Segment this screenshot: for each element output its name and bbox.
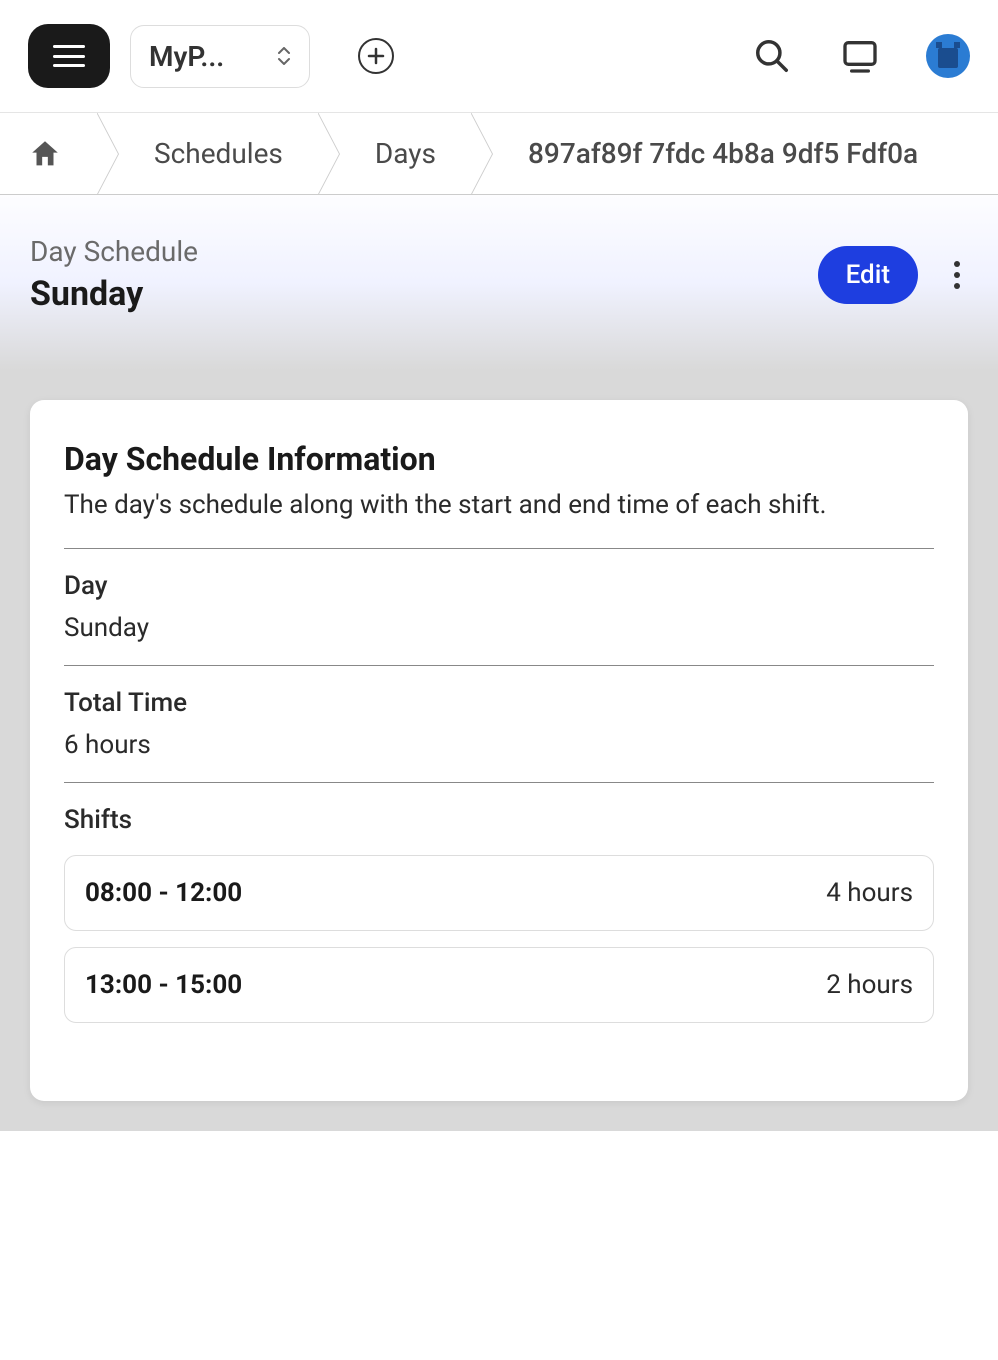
breadcrumb-schedules[interactable]: Schedules [98, 113, 319, 194]
menu-button[interactable] [28, 24, 110, 88]
day-schedule-card: Day Schedule Information The day's sched… [30, 400, 968, 1101]
breadcrumb: Schedules Days 897af89f 7fdc 4b8a 9df5 F… [0, 113, 998, 195]
field-label: Day [64, 571, 934, 601]
chevron-updown-icon [277, 47, 291, 65]
home-icon [28, 137, 62, 171]
field-value: 6 hours [64, 730, 934, 760]
plus-icon [367, 47, 385, 65]
shift-item[interactable]: 08:00 - 12:00 4 hours [64, 855, 934, 931]
monitor-icon [840, 36, 880, 76]
breadcrumb-label: Days [375, 137, 436, 170]
field-label: Total Time [64, 688, 934, 718]
hamburger-icon [53, 45, 85, 67]
project-selector-label: MyP... [149, 40, 259, 73]
project-selector[interactable]: MyP... [130, 25, 310, 88]
field-total-time: Total Time 6 hours [64, 666, 934, 782]
avatar-image [926, 34, 970, 78]
search-icon [753, 37, 791, 75]
page-header: Day Schedule Sunday Edit [0, 195, 998, 370]
edit-button[interactable]: Edit [818, 246, 918, 304]
breadcrumb-label: Schedules [154, 137, 283, 170]
card-title: Day Schedule Information [64, 440, 934, 478]
shift-time-range: 13:00 - 15:00 [85, 970, 242, 1000]
page-title: Sunday [30, 274, 198, 314]
desktop-button[interactable] [838, 34, 882, 78]
breadcrumb-home[interactable] [0, 113, 98, 194]
shift-time-range: 08:00 - 12:00 [85, 878, 242, 908]
shift-item[interactable]: 13:00 - 15:00 2 hours [64, 947, 934, 1023]
avatar-button[interactable] [926, 34, 970, 78]
breadcrumb-label: 897af89f 7fdc 4b8a 9df5 Fdf0a [528, 137, 918, 170]
shift-duration: 4 hours [826, 878, 913, 908]
add-button[interactable] [358, 38, 394, 74]
field-day: Day Sunday [64, 549, 934, 665]
more-button[interactable] [946, 253, 968, 297]
card-description: The day's schedule along with the start … [64, 490, 934, 520]
page-header-titles: Day Schedule Sunday [30, 235, 198, 314]
page-subtitle: Day Schedule [30, 235, 198, 268]
content-area: Day Schedule Information The day's sched… [0, 370, 998, 1131]
field-value: Sunday [64, 613, 934, 643]
page-header-actions: Edit [818, 246, 968, 304]
search-button[interactable] [750, 34, 794, 78]
field-shifts: Shifts 08:00 - 12:00 4 hours 13:00 - 15:… [64, 783, 934, 1061]
shift-duration: 2 hours [826, 970, 913, 1000]
breadcrumb-current: 897af89f 7fdc 4b8a 9df5 Fdf0a [472, 113, 954, 194]
topbar: MyP... [0, 0, 998, 113]
breadcrumb-days[interactable]: Days [319, 113, 472, 194]
field-label: Shifts [64, 805, 934, 835]
